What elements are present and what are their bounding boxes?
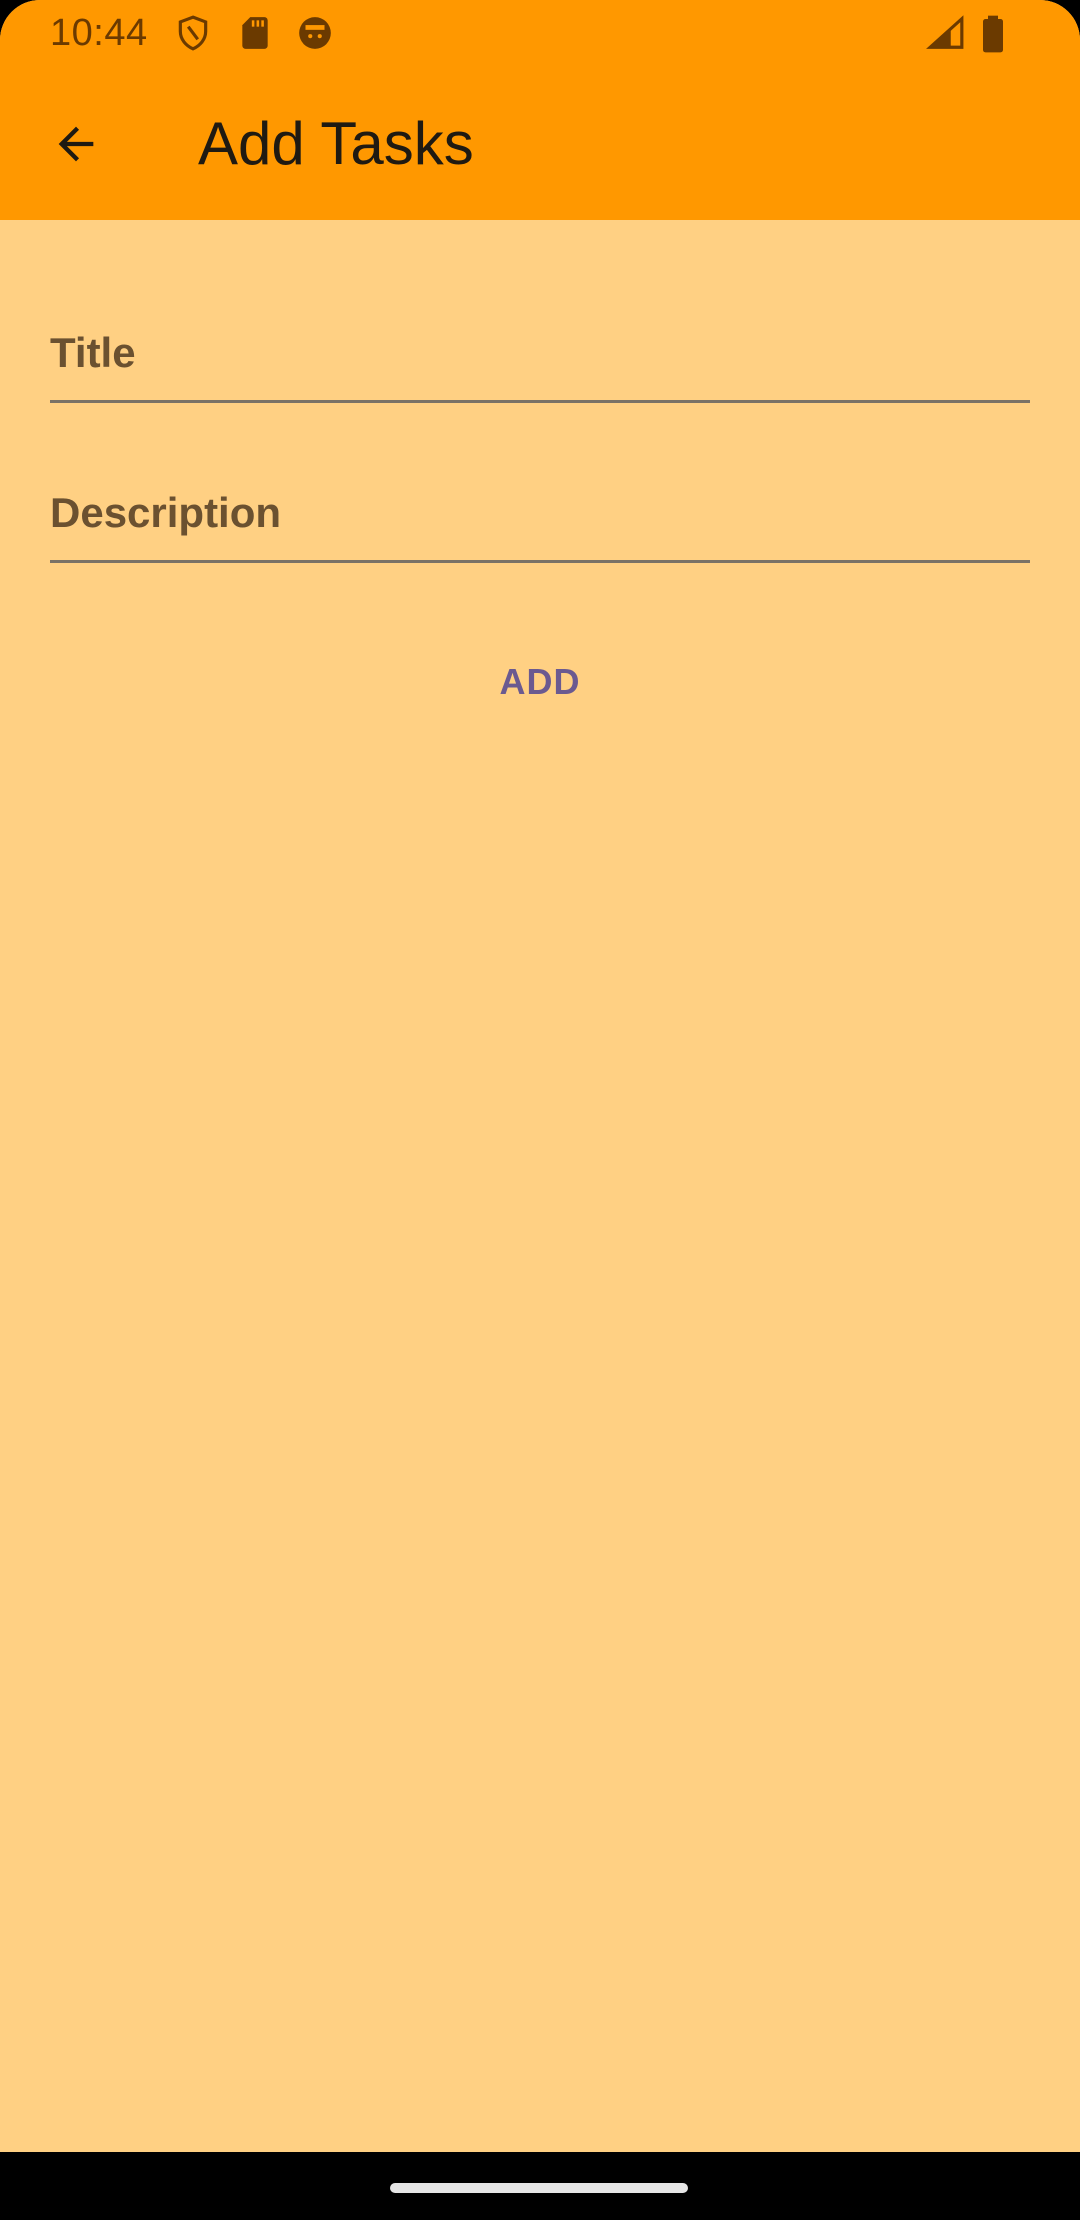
battery-icon [978,14,1008,53]
add-task-form: ADD [0,220,1080,2152]
status-time: 10:44 [50,12,148,54]
signal-icon [926,14,966,52]
title-field-container [50,290,1030,403]
app-screen: 10:44 Add Tasks Title Description ADD [0,0,1080,2220]
title-input[interactable] [50,318,1030,388]
description-field-container [50,450,1030,563]
status-bar: 10:44 [0,0,1080,66]
app-bar: Add Tasks [0,66,1080,220]
face-icon [296,14,334,52]
description-input[interactable] [50,478,1030,548]
page-title: Add Tasks [198,110,474,177]
add-button[interactable]: ADD [440,640,640,724]
navigation-bar [0,2152,1080,2220]
sd-card-icon [236,14,274,52]
shield-icon [174,14,212,52]
arrow-back-icon [58,126,94,162]
home-gesture-handle[interactable] [390,2183,688,2193]
back-button[interactable] [38,106,114,182]
